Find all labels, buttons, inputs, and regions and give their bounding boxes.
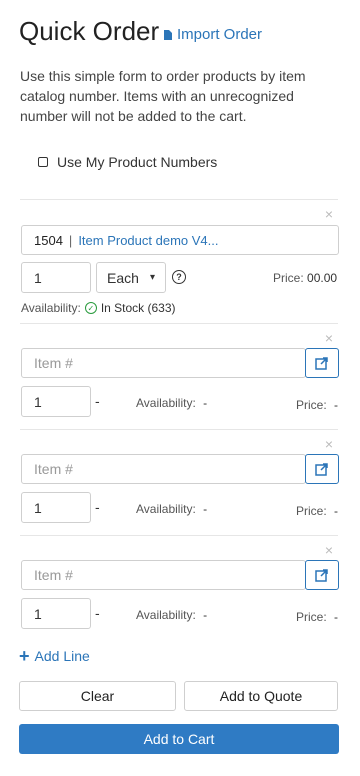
quantity-input[interactable]: 1 (21, 492, 91, 523)
availability-value: - (203, 502, 208, 516)
availability-value: - (203, 608, 208, 622)
add-to-quote-button[interactable]: Add to Quote (184, 681, 338, 711)
row-separator (20, 199, 338, 200)
price-label: Price: (296, 610, 327, 624)
chevron-down-icon: ▾ (149, 272, 155, 283)
price-label: Price: (296, 504, 327, 518)
availability-row-1: Availability: ✓ In Stock (633) (21, 301, 176, 315)
add-to-cart-button[interactable]: Add to Cart (19, 724, 339, 754)
remove-row-icon[interactable]: × (323, 207, 335, 221)
external-link-icon (315, 357, 328, 370)
item-number-input[interactable]: Item # (21, 348, 306, 378)
quantity-input[interactable]: 1 (21, 386, 91, 417)
open-in-new-button[interactable] (305, 454, 339, 484)
unit-dash: - (95, 499, 100, 515)
item-number-input[interactable]: Item # (21, 454, 306, 484)
description-text: Use this simple form to order products b… (20, 68, 306, 124)
availability-label: Availability: (21, 301, 81, 315)
availability-row-2: Availability: - (136, 396, 207, 410)
row-separator (20, 535, 338, 536)
import-order-link[interactable]: Import Order (164, 26, 262, 43)
availability-row-4: Availability: - (136, 608, 207, 622)
availability-value: In Stock (633) (100, 301, 176, 315)
unit-dash: - (95, 605, 100, 621)
external-link-icon (315, 569, 328, 582)
item-field-filled[interactable]: 1504 | Item Product demo V4... (21, 225, 339, 255)
availability-label: Availability: (136, 396, 196, 410)
plus-icon: + (19, 646, 30, 666)
price-row-4: Price: - (296, 610, 338, 624)
item-product-name-link[interactable]: Item Product demo V4... (78, 233, 218, 248)
item-number-input[interactable]: Item # (21, 560, 306, 590)
price-row-3: Price: - (296, 504, 338, 518)
page-title: Quick Order (19, 16, 160, 46)
price-row-2: Price: - (296, 398, 338, 412)
quantity-input[interactable]: 1 (21, 598, 91, 629)
unit-select-value: Each (107, 269, 139, 286)
use-my-product-numbers-label: Use My Product Numbers (57, 154, 218, 170)
unit-select[interactable]: Each ▾ (96, 262, 166, 293)
price-label: Price: (296, 398, 327, 412)
unit-dash: - (95, 393, 100, 409)
remove-row-icon[interactable]: × (323, 331, 335, 345)
price-row-1: Price: 00.00 (273, 271, 337, 285)
availability-label: Availability: (136, 608, 196, 622)
row-separator (20, 429, 338, 430)
open-in-new-button[interactable] (305, 560, 339, 590)
clear-button[interactable]: Clear (19, 681, 176, 711)
check-circle-icon: ✓ (84, 302, 97, 314)
document-icon (164, 29, 172, 40)
price-value: 00.00 (307, 271, 338, 285)
availability-label: Availability: (136, 502, 196, 516)
import-order-label: Import Order (177, 26, 263, 43)
help-icon[interactable]: ? (172, 270, 186, 284)
row-separator (20, 323, 338, 324)
external-link-icon (315, 463, 328, 476)
use-my-product-numbers-checkbox[interactable]: Use My Product Numbers (38, 154, 217, 170)
open-in-new-button[interactable] (305, 348, 339, 378)
remove-row-icon[interactable]: × (323, 543, 335, 557)
add-line-label: Add Line (34, 648, 90, 664)
availability-value: - (203, 396, 208, 410)
price-value: - (334, 610, 339, 624)
item-number: 1504 (34, 232, 63, 248)
price-value: - (334, 398, 339, 412)
checkbox-icon[interactable] (38, 157, 48, 167)
item-separator: | (68, 232, 73, 248)
price-value: - (334, 504, 339, 518)
remove-row-icon[interactable]: × (323, 437, 335, 451)
availability-row-3: Availability: - (136, 502, 207, 516)
quantity-input[interactable]: 1 (21, 262, 91, 293)
price-label: Price: (273, 271, 304, 285)
add-line-button[interactable]: + Add Line (19, 646, 90, 666)
